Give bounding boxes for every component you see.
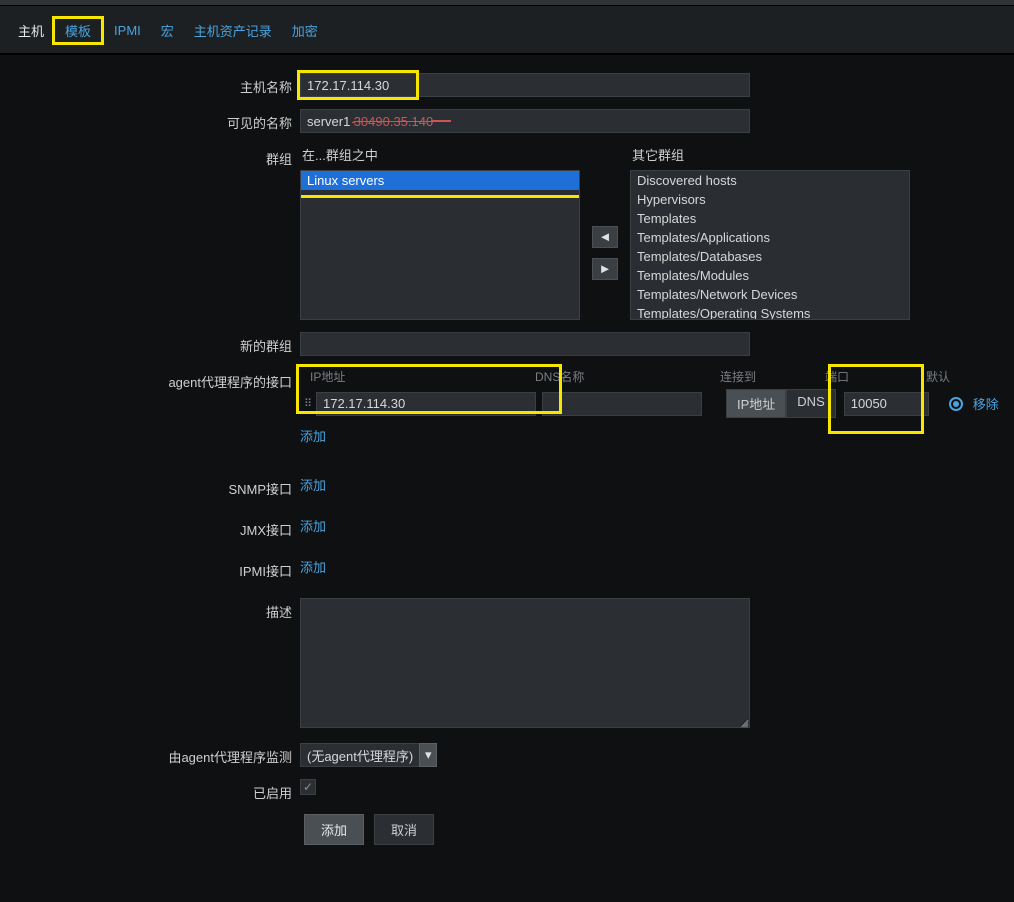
new-group-input[interactable]: [300, 332, 750, 356]
description-textarea[interactable]: [300, 598, 750, 728]
tab-inventory[interactable]: 主机资产记录: [184, 17, 282, 44]
move-left-button[interactable]: ◄: [592, 226, 618, 248]
host-form: 主机名称 可见的名称 server1 - 30490.35.140 群组 在..…: [0, 55, 1014, 845]
list-item[interactable]: Templates/Applications: [631, 228, 909, 247]
list-item[interactable]: Templates/Operating Systems: [631, 304, 909, 320]
header-ip: IP地址: [300, 368, 535, 385]
label-visible-name: 可见的名称: [0, 109, 300, 132]
label-new-group: 新的群组: [0, 332, 300, 355]
header-dns: DNS名称: [535, 368, 720, 385]
host-name-input[interactable]: [300, 73, 750, 97]
other-groups-list[interactable]: Discovered hosts Hypervisors Templates T…: [630, 170, 910, 320]
tab-macro[interactable]: 宏: [151, 17, 184, 44]
list-item[interactable]: Templates/Databases: [631, 247, 909, 266]
label-monitored-by: 由agent代理程序监测: [0, 743, 300, 766]
proxy-select[interactable]: (无agent代理程序): [300, 743, 420, 767]
label-host-name: 主机名称: [0, 73, 300, 96]
visible-name-input[interactable]: server1 - 30490.35.140: [300, 109, 750, 133]
label-other-groups: 其它群组: [630, 145, 910, 164]
tab-ipmi[interactable]: IPMI: [104, 19, 151, 42]
connect-ip-button[interactable]: IP地址: [726, 389, 786, 418]
label-in-groups: 在...群组之中: [300, 145, 580, 164]
remove-interface-link[interactable]: 移除: [973, 394, 999, 413]
label-groups: 群组: [0, 145, 300, 168]
label-ipmi-iface: IPMI接口: [0, 557, 300, 580]
cancel-button[interactable]: 取消: [374, 814, 434, 845]
visible-name-strike: 30490.35.140: [354, 114, 434, 129]
move-right-button[interactable]: ►: [592, 258, 618, 280]
list-item[interactable]: Templates/Modules: [631, 266, 909, 285]
label-description: 描述: [0, 598, 300, 621]
resize-grip-icon[interactable]: ◢: [740, 718, 748, 729]
chevron-down-icon: ▾: [425, 747, 432, 763]
triangle-right-icon: ►: [599, 261, 612, 276]
agent-ip-input[interactable]: [316, 392, 536, 416]
label-snmp-iface: SNMP接口: [0, 475, 300, 498]
list-item[interactable]: Templates/Network Devices: [631, 285, 909, 304]
tab-template[interactable]: 模板: [57, 22, 99, 41]
connect-dns-button[interactable]: DNS: [786, 389, 835, 418]
tab-encryption[interactable]: 加密: [282, 17, 328, 44]
add-agent-iface-link[interactable]: 添加: [300, 426, 326, 445]
list-item[interactable]: Linux servers: [301, 171, 579, 190]
enabled-checkbox[interactable]: ✓: [300, 779, 316, 795]
label-enabled: 已启用: [0, 779, 300, 802]
agent-dns-input[interactable]: [542, 392, 702, 416]
tab-bar: 主机 模板 IPMI 宏 主机资产记录 加密: [0, 6, 1014, 55]
label-jmx-iface: JMX接口: [0, 516, 300, 539]
triangle-left-icon: ◄: [599, 229, 612, 244]
label-agent-iface: agent代理程序的接口: [0, 368, 300, 391]
visible-name-prefix: server1: [307, 114, 350, 129]
add-snmp-iface-link[interactable]: 添加: [300, 475, 326, 494]
drag-handle-icon[interactable]: ⠿: [300, 400, 316, 408]
header-connect: 连接到: [720, 368, 825, 385]
add-button[interactable]: 添加: [304, 814, 364, 845]
list-item[interactable]: Discovered hosts: [631, 171, 909, 190]
agent-port-input[interactable]: [844, 392, 929, 416]
header-port: 端口: [825, 368, 920, 385]
default-radio[interactable]: [949, 397, 963, 411]
select-arrow-button[interactable]: ▾: [419, 743, 437, 767]
in-groups-list[interactable]: Linux servers: [300, 170, 580, 320]
tab-host[interactable]: 主机: [8, 17, 54, 44]
header-default: 默认: [920, 368, 980, 385]
list-item[interactable]: Hypervisors: [631, 190, 909, 209]
radio-dot-icon: [953, 401, 959, 407]
add-ipmi-iface-link[interactable]: 添加: [300, 557, 326, 576]
add-jmx-iface-link[interactable]: 添加: [300, 516, 326, 535]
list-item[interactable]: Templates: [631, 209, 909, 228]
